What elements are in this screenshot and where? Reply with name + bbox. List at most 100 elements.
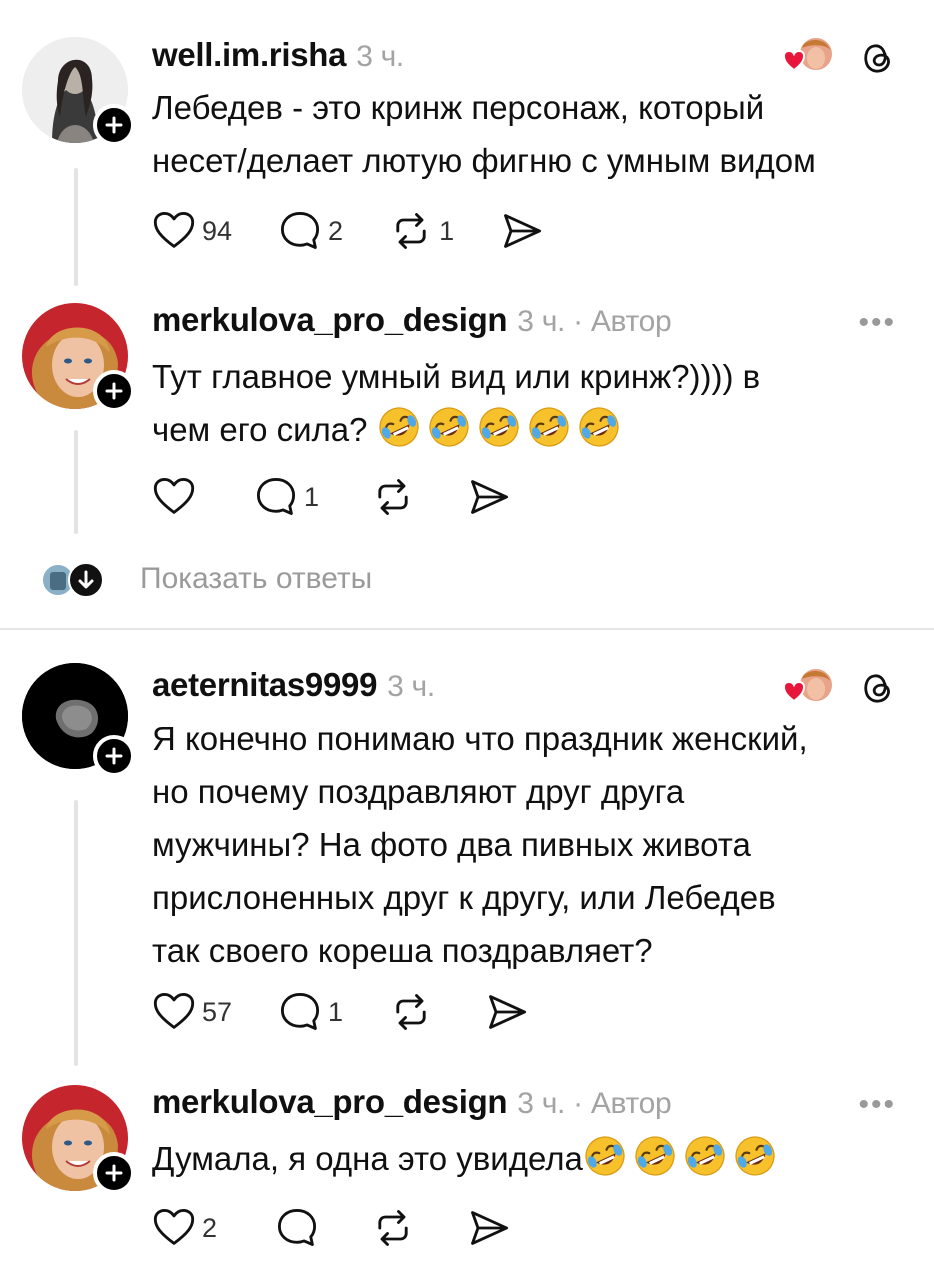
post-text-line: несет/делает лютую фигню с умным видом xyxy=(152,142,816,179)
thread-line xyxy=(74,168,78,286)
liked-by-author-icon xyxy=(782,667,834,703)
repost-button[interactable] xyxy=(371,475,415,519)
repost-count: 1 xyxy=(439,215,455,246)
liked-by-author-badge xyxy=(780,665,840,709)
reply-count: 2 xyxy=(328,215,344,246)
rofl-emoji-icon xyxy=(683,1134,727,1178)
plus-icon xyxy=(105,1164,123,1182)
reply-button[interactable] xyxy=(275,1206,319,1250)
repost-icon xyxy=(371,475,415,519)
post-text-line: Думала, я одна это увидела xyxy=(152,1140,583,1177)
post-text-line: Тут главное умный вид или кринж?)))) в xyxy=(152,358,761,395)
follow-plus-button[interactable] xyxy=(93,370,135,412)
liked-by-author-icon xyxy=(782,36,834,72)
repost-button[interactable] xyxy=(389,990,433,1034)
heart-icon xyxy=(152,475,196,519)
comment-icon xyxy=(275,1206,319,1250)
post-username[interactable]: aeternitas9999 3 ч. xyxy=(152,666,435,704)
heart-icon xyxy=(152,1206,196,1250)
like-count: 57 xyxy=(202,996,233,1027)
like-count: 94 xyxy=(202,215,233,246)
post-text-line: прислоненных друг к другу, или Лебедев xyxy=(152,879,776,916)
like-button[interactable]: 57 xyxy=(152,990,232,1034)
post-username[interactable]: merkulova_pro_design 3 ч. · Автор xyxy=(152,301,672,339)
rofl-emoji-icon xyxy=(733,1134,777,1178)
comment-icon xyxy=(254,475,298,519)
post-text-line-with-emoji: Думала, я одна это увидела xyxy=(152,1132,912,1185)
username-text[interactable]: merkulova_pro_design xyxy=(152,1083,508,1120)
plus-icon xyxy=(105,747,123,765)
thread-line xyxy=(74,800,78,1066)
send-icon xyxy=(467,1206,511,1250)
follow-plus-button[interactable] xyxy=(93,1152,135,1194)
show-replies-link[interactable]: Показать ответы xyxy=(140,562,372,596)
username-text[interactable]: aeternitas9999 xyxy=(152,666,377,703)
post-time: 3 ч. xyxy=(356,40,404,73)
reply-button[interactable]: 1 xyxy=(254,475,319,519)
thread-line xyxy=(74,430,78,534)
reply-avatars-icon xyxy=(41,562,104,598)
post-actions: 57 1 xyxy=(152,990,575,1034)
follow-plus-button[interactable] xyxy=(93,104,135,146)
reply-button[interactable]: 1 xyxy=(278,990,343,1034)
repost-button[interactable]: 1 xyxy=(389,209,454,253)
username-text[interactable]: merkulova_pro_design xyxy=(152,301,508,338)
post-time: 3 ч. · Автор xyxy=(517,1087,672,1120)
send-icon xyxy=(485,990,529,1034)
post-text-line: но почему поздравляют друг друга xyxy=(152,773,685,810)
threads-logo-button[interactable] xyxy=(858,668,898,708)
show-replies-avatars[interactable] xyxy=(40,562,112,598)
more-options-button[interactable]: ••• xyxy=(858,306,896,340)
post-text-line: так своего кореша поздравляет? xyxy=(152,932,653,969)
follow-plus-button[interactable] xyxy=(93,735,135,777)
post-text-line-with-emoji: чем его сила? xyxy=(152,403,912,456)
post-time: 3 ч. xyxy=(387,670,435,703)
repost-icon xyxy=(371,1206,415,1250)
reply-button[interactable]: 2 xyxy=(278,209,343,253)
share-button[interactable] xyxy=(485,990,529,1034)
rofl-emoji-icon xyxy=(427,405,471,449)
send-icon xyxy=(500,209,544,253)
threads-logo-icon xyxy=(858,668,898,708)
like-button[interactable]: 94 xyxy=(152,209,232,253)
post-text: Я конечно понимаю что праздник женский, … xyxy=(152,712,912,977)
comment-icon xyxy=(278,990,322,1034)
post-text: Думала, я одна это увидела xyxy=(152,1132,912,1185)
post-text-line: мужчины? На фото два пивных живота xyxy=(152,826,751,863)
heart-icon xyxy=(152,209,196,253)
username-text[interactable]: well.im.risha xyxy=(152,36,346,73)
heart-icon xyxy=(152,990,196,1034)
like-count: 2 xyxy=(202,1212,218,1243)
share-button[interactable] xyxy=(467,1206,511,1250)
more-options-button[interactable]: ••• xyxy=(858,1088,896,1122)
rofl-emoji-icon xyxy=(633,1134,677,1178)
post-username[interactable]: merkulova_pro_design 3 ч. · Автор xyxy=(152,1083,672,1121)
plus-icon xyxy=(105,382,123,400)
plus-icon xyxy=(105,116,123,134)
share-button[interactable] xyxy=(467,475,511,519)
post-username[interactable]: well.im.risha 3 ч. xyxy=(152,36,404,74)
repost-button[interactable] xyxy=(371,1206,415,1250)
rofl-emoji-icon xyxy=(583,1134,627,1178)
repost-icon xyxy=(389,209,433,253)
rofl-emoji-icon xyxy=(527,405,571,449)
repost-icon xyxy=(389,990,433,1034)
threads-logo-icon xyxy=(858,38,898,78)
rofl-emoji-icon xyxy=(377,405,421,449)
post-time: 3 ч. · Автор xyxy=(517,305,672,338)
post-text: Лебедев - это кринж персонаж, который не… xyxy=(152,81,912,187)
like-button[interactable] xyxy=(152,475,196,519)
rofl-emoji-icon xyxy=(577,405,621,449)
reply-count: 1 xyxy=(304,481,320,512)
reply-count: 1 xyxy=(328,996,344,1027)
post-actions: 94 2 1 xyxy=(152,209,590,253)
rofl-emoji-icon xyxy=(477,405,521,449)
send-icon xyxy=(467,475,511,519)
divider xyxy=(0,628,934,630)
like-button[interactable]: 2 xyxy=(152,1206,217,1250)
post-actions: 1 xyxy=(152,475,557,519)
share-button[interactable] xyxy=(500,209,544,253)
threads-logo-button[interactable] xyxy=(858,38,898,78)
post-text-line: Лебедев - это кринж персонаж, который xyxy=(152,89,765,126)
post-text-line: Я конечно понимаю что праздник женский, xyxy=(152,720,808,757)
